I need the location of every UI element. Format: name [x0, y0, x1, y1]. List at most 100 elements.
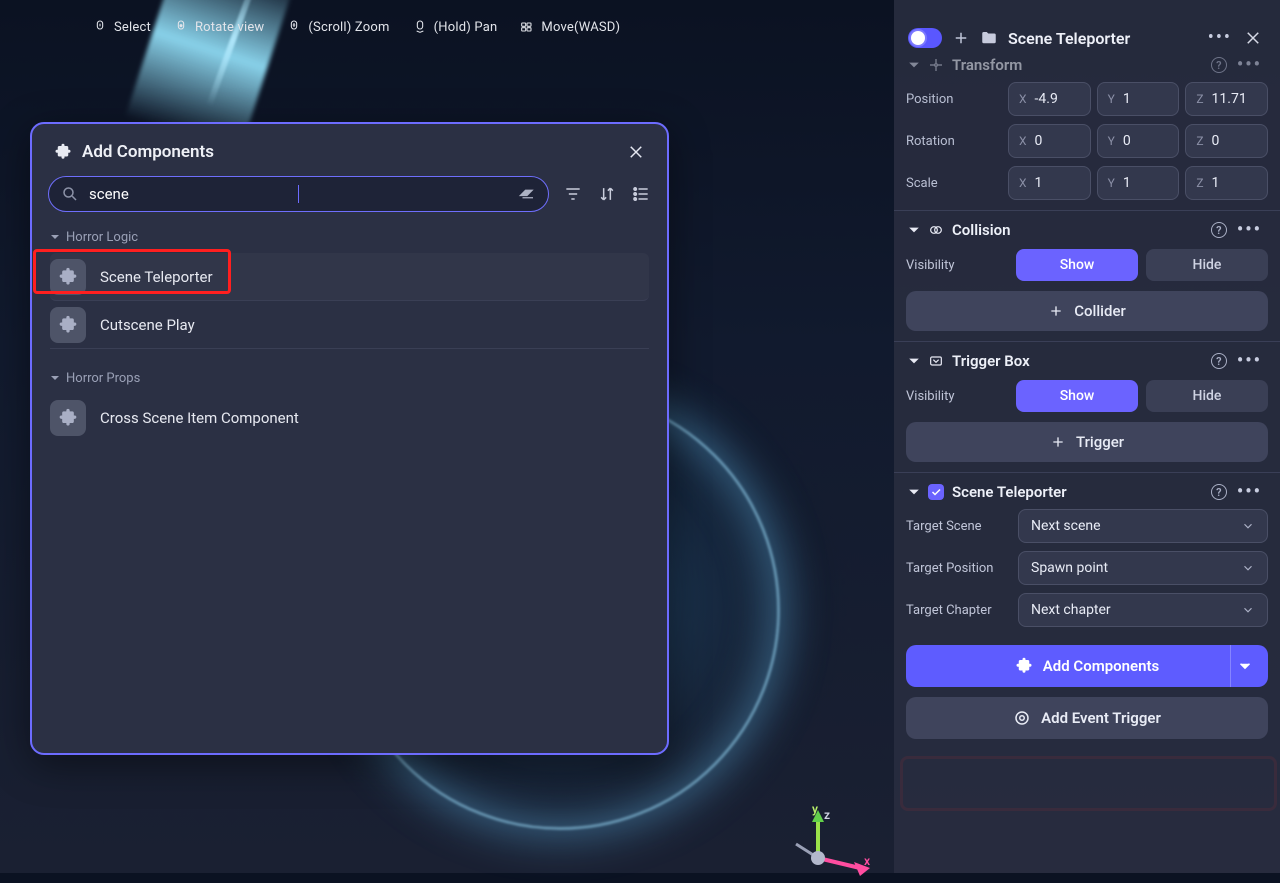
- enabled-toggle[interactable]: [908, 28, 942, 48]
- value: 1: [1123, 175, 1131, 191]
- value: 1: [1123, 91, 1131, 107]
- category-horror-props[interactable]: Horror Props: [32, 365, 667, 394]
- chevron-down-icon: [1236, 657, 1254, 675]
- add-collider-button[interactable]: Collider: [906, 291, 1268, 331]
- erase-icon[interactable]: [518, 185, 536, 203]
- chevron-down-icon: [908, 355, 920, 367]
- trigger-hide-button[interactable]: Hide: [1146, 380, 1268, 412]
- close-icon[interactable]: [627, 143, 645, 161]
- tool-select[interactable]: Select: [92, 19, 151, 35]
- section-transform[interactable]: Transform ? •••: [908, 56, 1264, 74]
- value: -4.9: [1035, 91, 1058, 107]
- target-scene-select[interactable]: Next scene: [1018, 509, 1268, 543]
- list-icon[interactable]: [631, 184, 651, 204]
- tool-move[interactable]: Move(WASD): [519, 19, 620, 35]
- trigger-show-button[interactable]: Show: [1016, 380, 1138, 412]
- collision-hide-button[interactable]: Hide: [1146, 249, 1268, 281]
- section-trigger-box[interactable]: Trigger Box ? •••: [908, 352, 1264, 370]
- rotation-x-input[interactable]: X0: [1008, 124, 1091, 158]
- target-chapter-label: Target Chapter: [906, 603, 1004, 618]
- result-scene-teleporter[interactable]: Scene Teleporter: [50, 253, 649, 301]
- tool-rotate[interactable]: Rotate view: [173, 19, 264, 35]
- category-horror-logic[interactable]: Horror Logic: [32, 224, 667, 253]
- value: 11.71: [1212, 91, 1247, 107]
- position-z-input[interactable]: Z11.71: [1185, 82, 1268, 116]
- add-components-button[interactable]: Add Components: [906, 645, 1268, 687]
- object-name: Scene Teleporter: [1008, 29, 1196, 48]
- select-value: Next chapter: [1031, 602, 1111, 618]
- rotation-y-input[interactable]: Y0: [1097, 124, 1180, 158]
- target-position-label: Target Position: [906, 561, 1004, 576]
- target-chapter-select[interactable]: Next chapter: [1018, 593, 1268, 627]
- result-label: Cutscene Play: [100, 316, 195, 334]
- filter-icon[interactable]: [563, 184, 583, 204]
- value: 0: [1212, 133, 1220, 149]
- folder-icon: [980, 29, 998, 47]
- component-chip: [50, 259, 86, 295]
- scale-z-input[interactable]: Z1: [1185, 166, 1268, 200]
- result-cutscene-play[interactable]: Cutscene Play: [50, 301, 649, 349]
- position-label: Position: [906, 92, 1002, 107]
- scale-label: Scale: [906, 176, 1002, 191]
- scale-x-input[interactable]: X1: [1008, 166, 1091, 200]
- collision-show-button[interactable]: Show: [1016, 249, 1138, 281]
- add-trigger-button[interactable]: Trigger: [906, 422, 1268, 462]
- more-icon[interactable]: •••: [1235, 56, 1264, 74]
- add-components-modal: Add Components scene Horror Logic Scene …: [30, 122, 669, 755]
- axis-z-label: z: [824, 808, 830, 822]
- plus-icon: [1050, 434, 1066, 450]
- value: 1: [1212, 175, 1220, 191]
- text-caret: [298, 185, 299, 203]
- component-enabled-checkbox[interactable]: [928, 484, 944, 500]
- help-icon[interactable]: ?: [1211, 57, 1227, 73]
- target-icon: [1013, 709, 1031, 727]
- visibility-label: Visibility: [906, 258, 1002, 273]
- plus-icon: [1048, 303, 1064, 319]
- section-collision[interactable]: Collision ? •••: [908, 221, 1264, 239]
- rotation-label: Rotation: [906, 134, 1002, 149]
- value: 0: [1035, 133, 1043, 149]
- orientation-gizmo[interactable]: y z x: [790, 810, 880, 883]
- help-icon[interactable]: ?: [1211, 484, 1227, 500]
- rotation-z-input[interactable]: Z0: [1185, 124, 1268, 158]
- help-icon[interactable]: ?: [1211, 222, 1227, 238]
- more-icon[interactable]: •••: [1206, 29, 1234, 47]
- section-scene-teleporter[interactable]: Scene Teleporter ? •••: [908, 483, 1264, 501]
- chevron-down-icon: [1241, 519, 1255, 533]
- close-icon[interactable]: [1244, 29, 1262, 47]
- result-cross-scene-item[interactable]: Cross Scene Item Component: [50, 394, 649, 442]
- section-title: Collision: [952, 221, 1010, 239]
- plus-icon[interactable]: [952, 29, 970, 47]
- puzzle-icon: [58, 267, 78, 287]
- button-label: Trigger: [1076, 433, 1124, 451]
- add-event-trigger-button[interactable]: Add Event Trigger: [906, 697, 1268, 739]
- more-icon[interactable]: •••: [1235, 221, 1264, 239]
- component-chip: [50, 307, 86, 343]
- sort-icon[interactable]: [597, 184, 617, 204]
- axis-x-label: x: [864, 854, 870, 868]
- puzzle-icon: [58, 315, 78, 335]
- chevron-down-icon: [1241, 603, 1255, 617]
- search-text: scene: [89, 185, 288, 203]
- add-components-dropdown[interactable]: [1230, 645, 1258, 687]
- more-icon[interactable]: •••: [1235, 483, 1264, 501]
- collision-icon: [928, 222, 944, 238]
- search-input[interactable]: scene: [48, 176, 549, 212]
- category-label: Horror Props: [66, 371, 140, 386]
- position-x-input[interactable]: X-4.9: [1008, 82, 1091, 116]
- chevron-down-icon: [908, 224, 920, 236]
- axis-y-label: y: [812, 802, 818, 816]
- tool-move-label: Move(WASD): [541, 20, 620, 35]
- tool-pan[interactable]: (Hold) Pan: [412, 19, 498, 35]
- help-icon[interactable]: ?: [1211, 353, 1227, 369]
- tool-zoom[interactable]: (Scroll) Zoom: [286, 19, 389, 35]
- chevron-down-icon: [908, 486, 920, 498]
- target-position-select[interactable]: Spawn point: [1018, 551, 1268, 585]
- scale-y-input[interactable]: Y1: [1097, 166, 1180, 200]
- position-y-input[interactable]: Y1: [1097, 82, 1180, 116]
- select-value: Next scene: [1031, 518, 1101, 534]
- more-icon[interactable]: •••: [1235, 352, 1264, 370]
- chevron-down-icon: [908, 59, 920, 71]
- chevron-down-icon: [1241, 561, 1255, 575]
- trigger-icon: [928, 353, 944, 369]
